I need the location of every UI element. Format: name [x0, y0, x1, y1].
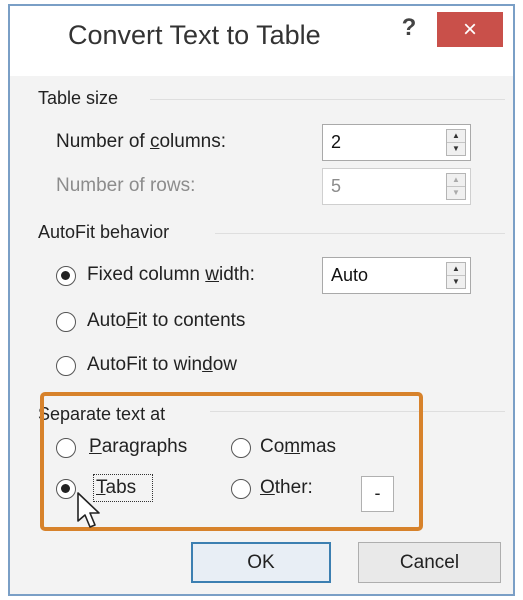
spin-down-icon: ▼ [452, 188, 460, 197]
column-width-value: Auto [331, 265, 369, 285]
close-icon: × [462, 16, 477, 43]
autofit-behavior-heading: AutoFit behavior [38, 222, 170, 242]
table-size-divider [150, 99, 505, 100]
title-bar: Convert Text to Table ? × [10, 6, 513, 76]
columns-spinbox[interactable]: 2 ▲ ▼ [322, 124, 471, 161]
columns-spin-buttons[interactable]: ▲ ▼ [446, 129, 466, 156]
dialog-title: Convert Text to Table [68, 20, 321, 50]
number-of-rows-label: Number of rows: [56, 175, 196, 196]
fixed-column-width-label[interactable]: Fixed column width: [87, 264, 255, 286]
column-width-spin-buttons[interactable]: ▲ ▼ [446, 262, 466, 289]
convert-text-to-table-dialog: Convert Text to Table ? × Table size Num… [8, 4, 515, 596]
columns-value: 2 [331, 132, 342, 152]
spin-down-icon[interactable]: ▼ [447, 276, 465, 288]
spin-up-icon[interactable]: ▲ [447, 263, 465, 276]
autofit-divider [215, 233, 505, 234]
mouse-pointer-icon [77, 492, 100, 528]
ok-button[interactable]: OK [191, 542, 331, 583]
spin-up-icon[interactable]: ▲ [447, 130, 465, 143]
table-size-heading: Table size [38, 88, 119, 108]
cancel-button[interactable]: Cancel [358, 542, 501, 583]
column-width-spinbox[interactable]: Auto ▲ ▼ [322, 257, 471, 294]
spin-down-icon[interactable]: ▼ [447, 143, 465, 155]
rows-value: 5 [331, 176, 342, 196]
rows-spin-buttons: ▲ ▼ [446, 173, 466, 200]
help-button[interactable]: ? [396, 14, 422, 42]
number-of-columns-label: Number of columns: [56, 131, 227, 152]
close-button[interactable]: × [437, 12, 503, 47]
autofit-to-window-radio[interactable] [56, 356, 76, 376]
autofit-to-contents-label[interactable]: AutoFit to contents [87, 310, 245, 332]
autofit-to-window-label[interactable]: AutoFit to window [87, 354, 237, 376]
fixed-column-width-radio[interactable] [56, 266, 76, 286]
spin-up-icon: ▲ [447, 174, 465, 187]
rows-spinbox: 5 ▲ ▼ [322, 168, 471, 205]
autofit-to-contents-radio[interactable] [56, 312, 76, 332]
